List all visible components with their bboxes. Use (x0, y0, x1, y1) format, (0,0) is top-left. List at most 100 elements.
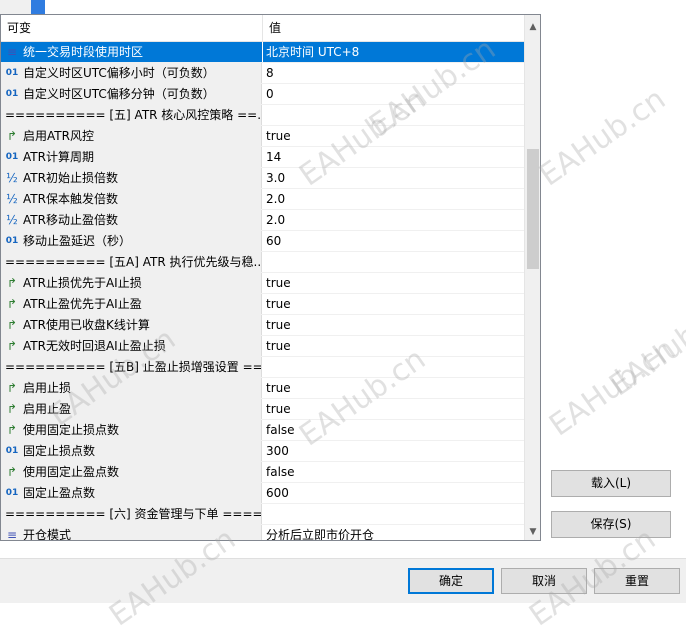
load-button[interactable]: 载入(L) (551, 470, 671, 497)
parameter-value[interactable] (263, 105, 527, 125)
parameter-value[interactable]: 600 (263, 483, 527, 503)
parameter-name-cell[interactable]: ½ ATR初始止损倍数 (1, 168, 262, 188)
top-tab-active[interactable] (31, 0, 45, 14)
watermark: EAHub.cn (603, 291, 686, 404)
scroll-up-arrow-icon[interactable]: ▲ (525, 19, 540, 35)
section-separator-row[interactable]: ========== [六] 资金管理与下单 ====... (1, 504, 524, 525)
parameter-name: ATR初始止损倍数 (23, 171, 118, 185)
parameter-row[interactable]: ½ ATR保本触发倍数 2.0 (1, 189, 524, 210)
watermark: EAHub.cn (533, 81, 673, 194)
parameter-value[interactable]: 北京时间 UTC+8 (263, 42, 527, 62)
parameter-row[interactable]: 01 固定止损点数 300 (1, 441, 524, 462)
parameter-value[interactable]: true (263, 126, 527, 146)
column-header-value[interactable]: 值 (263, 15, 524, 41)
parameter-row[interactable]: ↱ ATR使用已收盘K线计算 true (1, 315, 524, 336)
parameter-row[interactable]: 01 自定义时区UTC偏移小时（可负数） 8 (1, 63, 524, 84)
parameter-value[interactable]: true (263, 399, 527, 419)
parameter-name-cell[interactable]: ↱ ATR止盈优先于AI止盈 (1, 294, 262, 314)
parameter-row[interactable]: ↱ 启用止盈 true (1, 399, 524, 420)
parameter-name-cell[interactable]: ↱ ATR止损优先于AI止损 (1, 273, 262, 293)
parameter-name-cell[interactable]: ↱ 使用固定止损点数 (1, 420, 262, 440)
parameter-value[interactable] (263, 504, 527, 524)
reset-button[interactable]: 重置 (594, 568, 680, 594)
parameter-name-cell[interactable]: 01 ATR计算周期 (1, 147, 262, 167)
parameter-name: ATR止盈优先于AI止盈 (23, 297, 142, 311)
bool-type-icon: ↱ (6, 339, 18, 353)
parameter-name-cell[interactable]: 01 固定止损点数 (1, 441, 262, 461)
parameter-row[interactable]: ≡ 统一交易时段使用时区 北京时间 UTC+8 (1, 42, 527, 63)
parameter-value[interactable]: 8 (263, 63, 527, 83)
bool-type-icon: ↱ (6, 402, 18, 416)
parameter-value[interactable]: true (263, 336, 527, 356)
parameter-name: 自定义时区UTC偏移小时（可负数） (23, 66, 215, 80)
parameter-value[interactable]: 3.0 (263, 168, 527, 188)
ok-button[interactable]: 确定 (408, 568, 494, 594)
parameter-value[interactable]: 分析后立即市价开仓 (263, 525, 527, 540)
bool-type-icon: ↱ (6, 465, 18, 479)
parameter-name-cell[interactable]: ↱ 启用ATR风控 (1, 126, 262, 146)
parameter-name-cell[interactable]: ========== [六] 资金管理与下单 ====... (1, 504, 262, 524)
parameter-row[interactable]: ↱ 启用止损 true (1, 378, 524, 399)
parameter-name-cell[interactable]: 01 移动止盈延迟（秒） (1, 231, 262, 251)
parameter-value[interactable]: true (263, 294, 527, 314)
parameter-value[interactable]: 300 (263, 441, 527, 461)
parameter-row[interactable]: ↱ ATR止损优先于AI止损 true (1, 273, 524, 294)
parameter-value[interactable] (263, 357, 527, 377)
top-tab-inactive[interactable] (0, 0, 31, 14)
parameter-row[interactable]: 01 ATR计算周期 14 (1, 147, 524, 168)
save-button[interactable]: 保存(S) (551, 511, 671, 538)
parameter-value[interactable]: true (263, 315, 527, 335)
parameter-row[interactable]: 01 固定止盈点数 600 (1, 483, 524, 504)
parameter-name-cell[interactable]: ↱ ATR无效时回退AI止盈止损 (1, 336, 262, 356)
cancel-button[interactable]: 取消 (501, 568, 587, 594)
parameter-value[interactable]: false (263, 462, 527, 482)
parameter-value[interactable]: 14 (263, 147, 527, 167)
parameter-row[interactable]: ½ ATR移动止盈倍数 2.0 (1, 210, 524, 231)
parameter-name: 统一交易时段使用时区 (23, 45, 144, 59)
watermark: EAHub.cn (543, 331, 683, 444)
parameter-row[interactable]: ↱ ATR止盈优先于AI止盈 true (1, 294, 524, 315)
parameter-name: 固定止损点数 (23, 444, 96, 458)
parameter-name-cell[interactable]: ½ ATR保本触发倍数 (1, 189, 262, 209)
parameter-value[interactable] (263, 252, 527, 272)
parameter-name-cell[interactable]: 01 固定止盈点数 (1, 483, 262, 503)
parameter-row[interactable]: ↱ ATR无效时回退AI止盈止损 true (1, 336, 524, 357)
parameter-name-cell[interactable]: 01 自定义时区UTC偏移分钟（可负数） (1, 84, 262, 104)
parameter-value[interactable]: 2.0 (263, 189, 527, 209)
parameter-row[interactable]: 01 自定义时区UTC偏移分钟（可负数） 0 (1, 84, 524, 105)
parameter-name-cell[interactable]: ↱ 启用止损 (1, 378, 262, 398)
scroll-down-arrow-icon[interactable]: ▼ (525, 524, 540, 540)
parameter-value[interactable]: true (263, 378, 527, 398)
parameter-row[interactable]: ≡ 开仓模式 分析后立即市价开仓 (1, 525, 527, 540)
parameter-value[interactable]: false (263, 420, 527, 440)
parameter-row[interactable]: ↱ 使用固定止盈点数 false (1, 462, 524, 483)
parameter-name-cell[interactable]: ↱ ATR使用已收盘K线计算 (1, 315, 262, 335)
parameter-name-cell[interactable]: ========== [五] ATR 核心风控策略 ==... (1, 105, 262, 125)
parameter-name-cell[interactable]: ↱ 启用止盈 (1, 399, 262, 419)
parameter-name-cell[interactable]: ≡ 开仓模式 (1, 525, 262, 540)
parameter-name: ========== [六] 资金管理与下单 ====... (5, 507, 262, 521)
parameter-name-cell[interactable]: ========== [五A] ATR 执行优先级与稳... (1, 252, 262, 272)
parameter-value[interactable]: true (263, 273, 527, 293)
section-separator-row[interactable]: ========== [五] ATR 核心风控策略 ==... (1, 105, 524, 126)
parameter-name: ATR使用已收盘K线计算 (23, 318, 150, 332)
parameter-name-cell[interactable]: ½ ATR移动止盈倍数 (1, 210, 262, 230)
parameter-name-cell[interactable]: ↱ 使用固定止盈点数 (1, 462, 262, 482)
parameter-row[interactable]: 01 移动止盈延迟（秒） 60 (1, 231, 524, 252)
parameter-name-cell[interactable]: ========== [五B] 止盈止损增强设置 ==... (1, 357, 262, 377)
parameter-row[interactable]: ½ ATR初始止损倍数 3.0 (1, 168, 524, 189)
dialog-footer: 确定 取消 重置 (0, 558, 686, 603)
parameter-value[interactable]: 0 (263, 84, 527, 104)
section-separator-row[interactable]: ========== [五B] 止盈止损增强设置 ==... (1, 357, 524, 378)
section-separator-row[interactable]: ========== [五A] ATR 执行优先级与稳... (1, 252, 524, 273)
scroll-thumb[interactable] (527, 149, 539, 269)
parameter-name-cell[interactable]: 01 自定义时区UTC偏移小时（可负数） (1, 63, 262, 83)
parameter-value[interactable]: 2.0 (263, 210, 527, 230)
parameter-row[interactable]: ↱ 使用固定止损点数 false (1, 420, 524, 441)
column-header-name[interactable]: 可变 (1, 15, 263, 41)
parameter-row[interactable]: ↱ 启用ATR风控 true (1, 126, 524, 147)
parameter-name: 启用止盈 (23, 402, 72, 416)
parameter-name-cell[interactable]: ≡ 统一交易时段使用时区 (1, 42, 262, 62)
vertical-scrollbar[interactable]: ▲ ▼ (524, 15, 540, 540)
parameter-value[interactable]: 60 (263, 231, 527, 251)
